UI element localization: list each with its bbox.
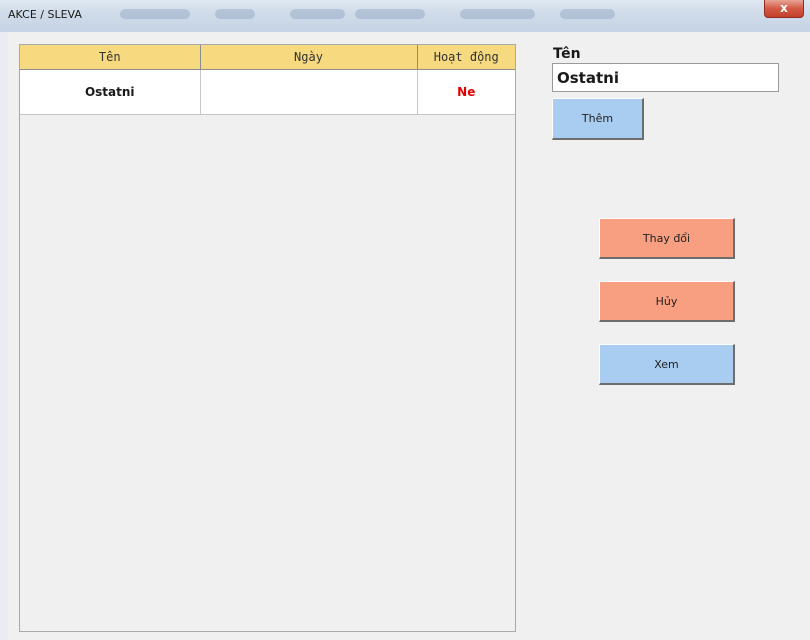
table-header-row: Tên Ngày Hoạt động: [20, 45, 515, 70]
cell-date[interactable]: [200, 69, 418, 115]
table-row[interactable]: Ostatni Ne: [20, 69, 515, 115]
cancel-button[interactable]: Hủy: [599, 281, 735, 322]
column-header-date[interactable]: Ngày: [200, 45, 418, 70]
window-title: AKCE / SLEVA: [8, 8, 82, 21]
column-header-name[interactable]: Tên: [20, 45, 201, 70]
column-header-active[interactable]: Hoạt động: [417, 45, 515, 70]
close-icon: x: [780, 1, 788, 15]
name-field-label: Tên: [553, 46, 581, 62]
close-button[interactable]: x: [764, 0, 804, 18]
blurred-taskbar-item: [120, 9, 190, 19]
window-left-border: [0, 32, 8, 640]
blurred-taskbar-item: [560, 9, 615, 19]
blurred-taskbar-item: [215, 9, 255, 19]
change-button[interactable]: Thay đổi: [599, 218, 735, 259]
add-button[interactable]: Thêm: [552, 98, 644, 140]
blurred-taskbar-item: [290, 9, 345, 19]
records-grid: Tên Ngày Hoạt động Ostatni Ne: [20, 45, 515, 115]
blurred-taskbar-item: [355, 9, 425, 19]
records-table: Tên Ngày Hoạt động Ostatni Ne: [19, 44, 516, 632]
cell-name[interactable]: Ostatni: [20, 69, 201, 115]
view-button[interactable]: Xem: [599, 344, 735, 385]
name-input[interactable]: [552, 63, 779, 92]
cell-active[interactable]: Ne: [417, 69, 515, 115]
title-bar: AKCE / SLEVA x: [0, 0, 810, 32]
blurred-taskbar-item: [460, 9, 535, 19]
